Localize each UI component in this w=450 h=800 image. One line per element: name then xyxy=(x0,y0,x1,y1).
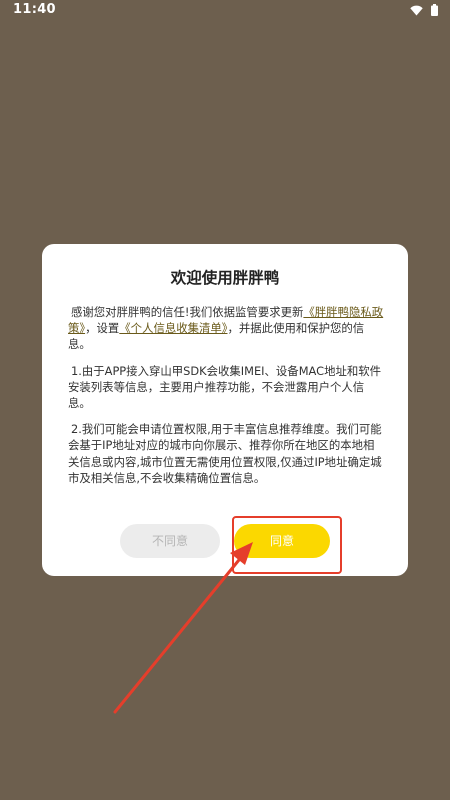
annotation-arrow-icon xyxy=(113,542,253,714)
